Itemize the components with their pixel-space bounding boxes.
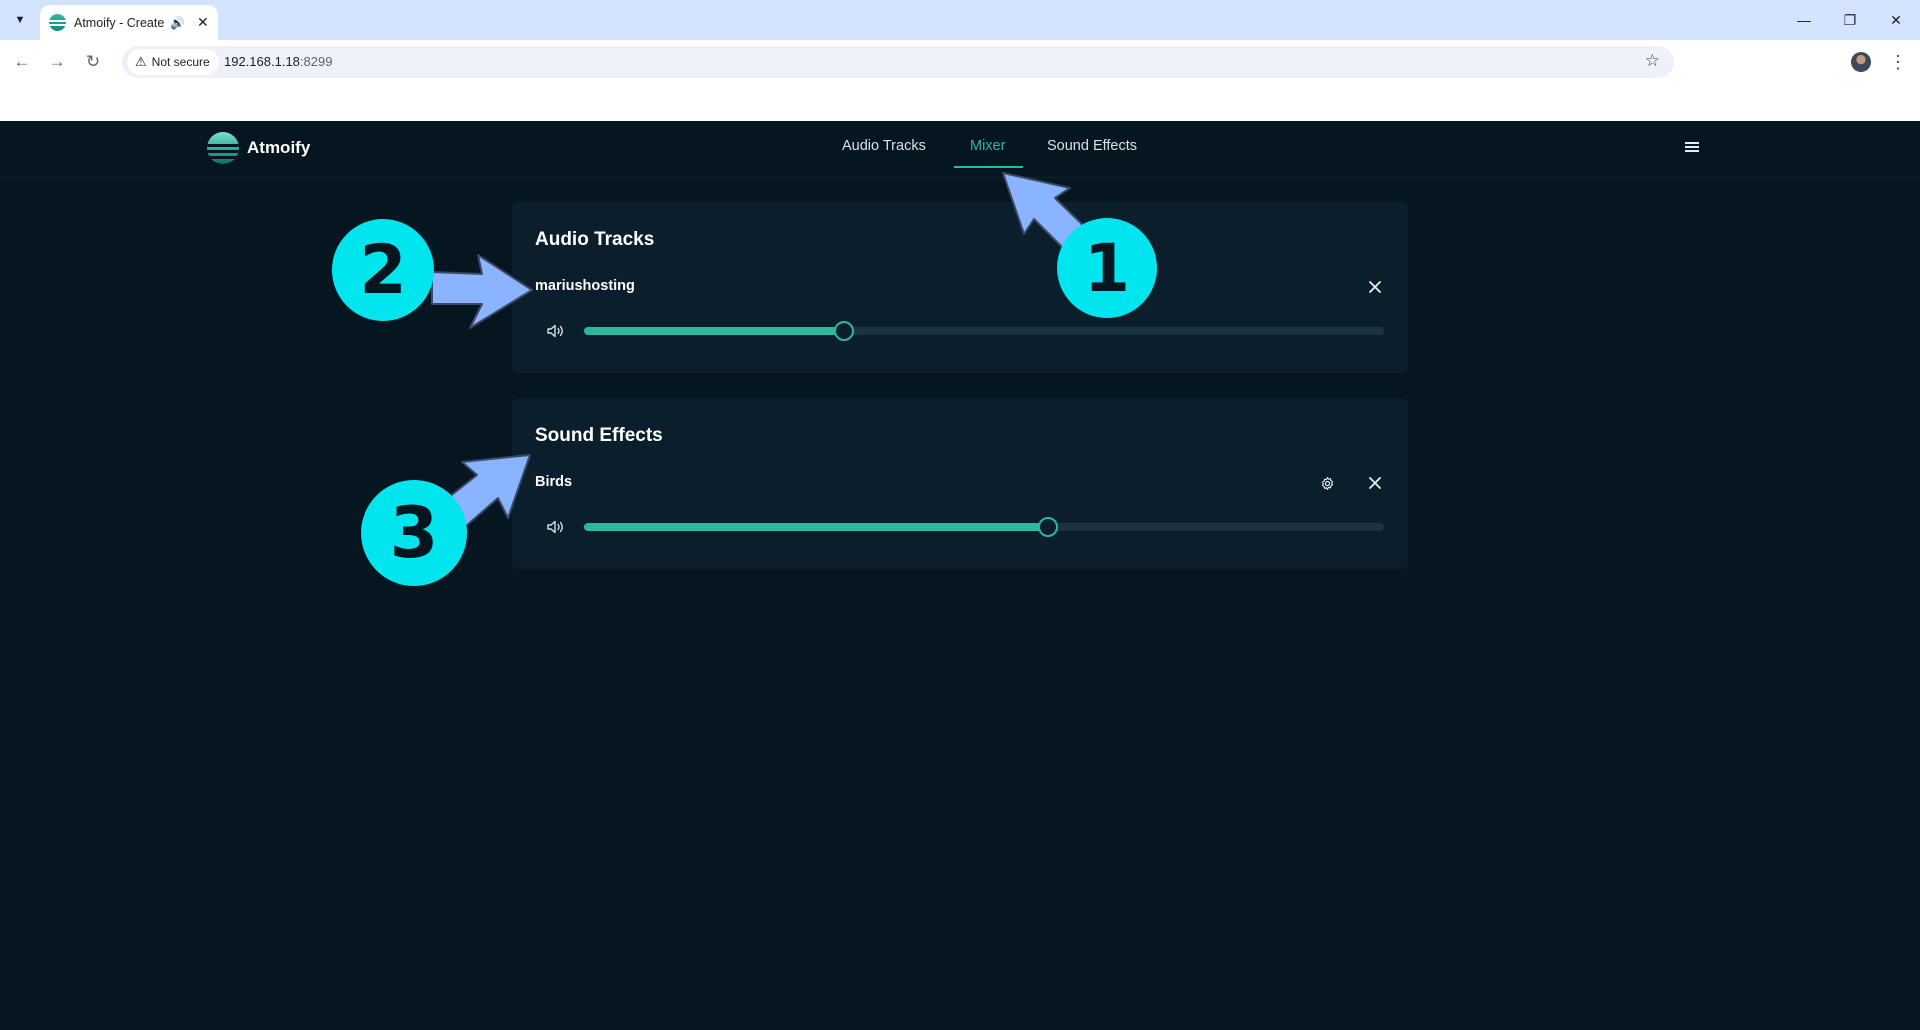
browser-toolbar: ← → ↻ ⚠ Not secure 192.168.1.18:8299 ☆ ⋮ <box>0 40 1920 84</box>
security-label: Not secure <box>151 55 210 69</box>
back-arrow-icon[interactable]: ← <box>9 49 35 75</box>
remove-track-close-icon[interactable] <box>1364 276 1386 298</box>
nav-active-indicator <box>954 166 1023 168</box>
brand-logo[interactable]: Atmoify <box>207 132 310 164</box>
address-bar[interactable]: ⚠ Not secure 192.168.1.18:8299 ☆ <box>122 46 1674 78</box>
nav-mixer[interactable]: Mixer <box>970 138 1005 154</box>
url-host: 192.168.1.18 <box>224 54 300 69</box>
security-chip[interactable]: ⚠ Not secure <box>127 49 219 75</box>
annotation-badge-3: 3 <box>361 480 467 586</box>
slider-thumb[interactable] <box>834 321 854 341</box>
remove-effect-close-icon[interactable] <box>1364 472 1386 494</box>
speaker-icon[interactable]: 🔊 <box>170 16 185 30</box>
minimize-icon[interactable]: — <box>1782 6 1826 34</box>
close-tab-icon[interactable]: ✕ <box>197 14 209 31</box>
warning-triangle-icon: ⚠ <box>135 54 147 69</box>
nav-sound-effects[interactable]: Sound Effects <box>1047 138 1137 154</box>
browser-tabstrip: ▼ Atmoify - Create 🔊 ✕ — ❐ ✕ <box>0 0 1920 40</box>
nav-audio-tracks[interactable]: Audio Tracks <box>842 138 926 154</box>
sound-effects-card: Sound Effects Birds <box>512 398 1408 569</box>
brand-name: Atmoify <box>247 138 311 157</box>
tab-search-chevron-icon[interactable]: ▼ <box>8 8 32 32</box>
volume-icon[interactable] <box>547 520 565 534</box>
profile-avatar[interactable] <box>1851 52 1871 72</box>
bookmark-star-icon[interactable]: ☆ <box>1645 51 1660 71</box>
track-name: mariushosting <box>535 278 635 294</box>
atmoify-favicon-icon <box>49 14 66 31</box>
atmoify-logo-icon <box>207 132 239 164</box>
restore-icon[interactable]: ❐ <box>1828 6 1872 34</box>
slider-thumb[interactable] <box>1038 517 1058 537</box>
url-port: :8299 <box>299 54 333 69</box>
track-volume-slider[interactable] <box>584 321 1384 341</box>
tab-title: Atmoify - Create <box>74 15 164 30</box>
app-header: Atmoify Audio Tracks Mixer Sound Effects <box>0 121 1920 178</box>
page-top-blank <box>0 84 1920 121</box>
forward-arrow-icon[interactable]: → <box>44 49 70 75</box>
slider-fill <box>584 327 844 335</box>
reload-icon[interactable]: ↻ <box>80 49 106 75</box>
sound-effects-title: Sound Effects <box>535 425 663 446</box>
slider-fill <box>584 523 1048 531</box>
annotation-badge-2: 2 <box>332 219 434 321</box>
audio-tracks-card: Audio Tracks mariushosting <box>512 202 1408 373</box>
close-window-icon[interactable]: ✕ <box>1874 6 1918 34</box>
hamburger-menu-icon[interactable] <box>1685 140 1699 154</box>
annotation-badge-1: 1 <box>1057 218 1157 318</box>
browser-menu-icon[interactable]: ⋮ <box>1889 50 1907 74</box>
browser-tab[interactable]: Atmoify - Create 🔊 ✕ <box>40 5 218 40</box>
effect-name: Birds <box>535 474 573 490</box>
audio-tracks-title: Audio Tracks <box>535 229 655 250</box>
effect-settings-gear-icon[interactable] <box>1316 472 1338 494</box>
effect-volume-slider[interactable] <box>584 517 1384 537</box>
url-text[interactable]: 192.168.1.18:8299 <box>224 54 332 69</box>
volume-icon[interactable] <box>547 324 565 338</box>
